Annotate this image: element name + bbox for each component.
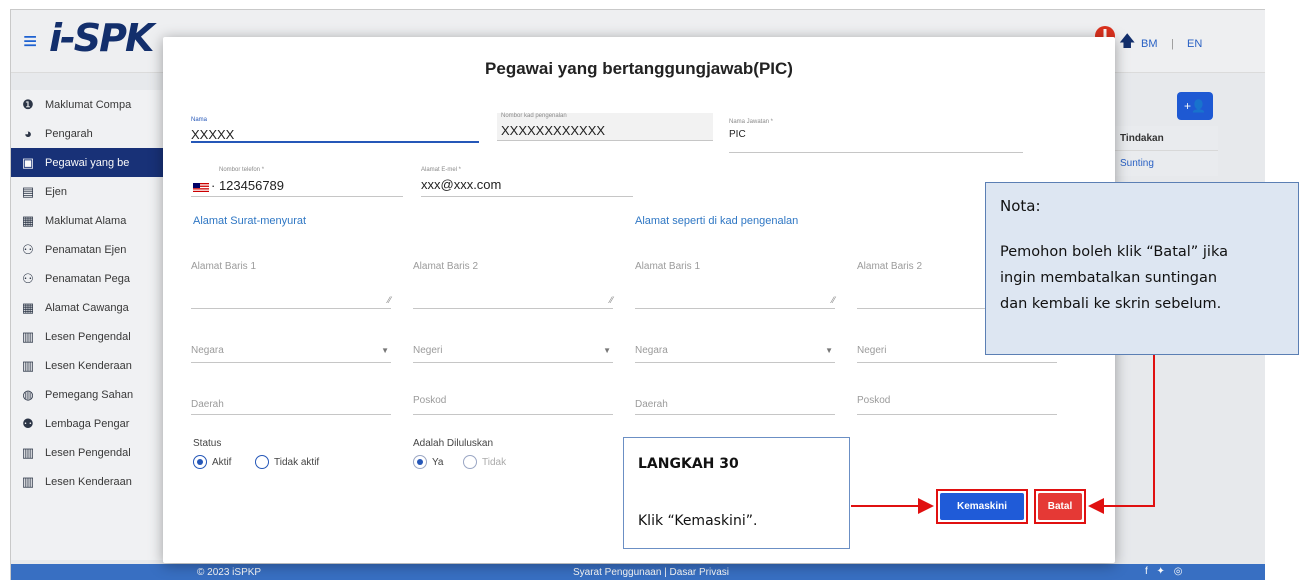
note-body: Pemohon boleh klik “Batal” jika ingin me… — [1000, 239, 1284, 317]
note-callout: Nota: Pemohon boleh klik “Batal” jika in… — [985, 182, 1299, 355]
note-line-2: ingin membatalkan suntingan — [1000, 270, 1218, 286]
arrow-to-cancel — [1088, 355, 1155, 514]
step-description: Klik “Kemaskini”. — [638, 513, 758, 529]
step-callout: LANGKAH 30 Klik “Kemaskini”. — [623, 437, 850, 549]
note-line-1: Pemohon boleh klik “Batal” jika — [1000, 244, 1228, 260]
note-line-3: dan kembali ke skrin sebelum. — [1000, 296, 1222, 312]
note-title: Nota: — [1000, 197, 1041, 215]
step-title: LANGKAH 30 — [638, 456, 739, 472]
